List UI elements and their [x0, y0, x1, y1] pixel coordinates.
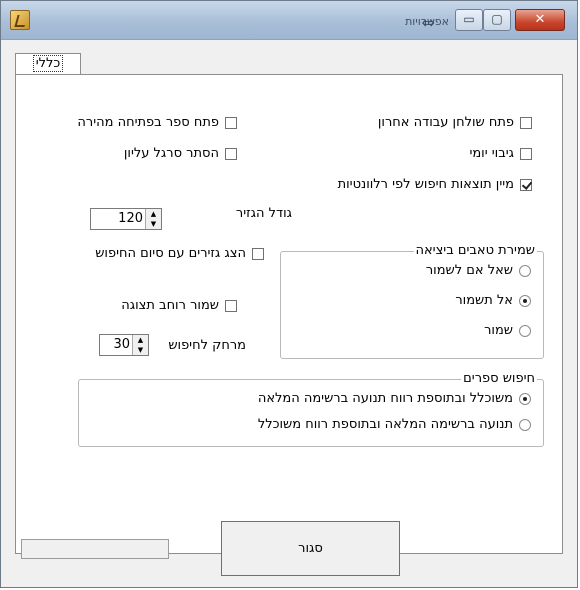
tab-general-label: כללי: [32, 55, 64, 72]
search-distance-value: 30: [113, 337, 130, 352]
save-tabs-group-title: שמירת טאבים ביציאה: [413, 243, 537, 258]
title-bar[interactable]: ⇔ אפשרויות ▭ ▢ ✕: [1, 1, 577, 40]
daily-backup-checkbox[interactable]: [520, 147, 532, 160]
book-search-group-title: חיפוש ספרים: [461, 371, 537, 386]
spin-down-icon[interactable]: ▼: [133, 345, 148, 355]
book-search-radio-1[interactable]: [519, 392, 531, 405]
daily-backup-option[interactable]: גיבוי יומי: [469, 146, 532, 161]
spin-down-icon[interactable]: ▼: [146, 219, 161, 229]
close-icon: ✕: [534, 12, 546, 27]
options-window: ⇔ אפשרויות ▭ ▢ ✕ כללי פתח שולחן עבודה אח…: [0, 0, 578, 588]
close-window-button[interactable]: ✕: [515, 9, 565, 31]
tab-general[interactable]: כללי: [15, 53, 81, 75]
save-tabs-ask-label: שאל אם לשמור: [425, 263, 513, 278]
save-tabs-save-option[interactable]: שמור: [484, 323, 531, 338]
book-search-radio-2[interactable]: [519, 418, 531, 431]
show-clips-checkbox[interactable]: [252, 247, 264, 260]
general-tab-panel: פתח שולחן עבודה אחרון גיבוי יומי מיין תו…: [15, 74, 563, 554]
tab-control: כללי פתח שולחן עבודה אחרון גיבוי יומי מי…: [15, 53, 563, 554]
save-tabs-dont-label: אל תשמור: [455, 293, 513, 308]
hide-top-bar-option[interactable]: הסתר סרגל עליון: [124, 146, 237, 161]
book-search-option-1[interactable]: משוכלל ובתוספת רווח תנועה ברשימה המלאה: [258, 391, 531, 406]
open-quick-book-option[interactable]: פתח ספר בפתיחה מהירה: [77, 115, 237, 130]
save-width-label: שמור רוחב תצוגה: [121, 298, 219, 313]
book-search-label-1: משוכלל ובתוספת רווח תנועה ברשימה המלאה: [257, 391, 513, 406]
show-clips-option[interactable]: הצג גזירים עם סיום החיפוש: [95, 246, 264, 261]
minimize-button[interactable]: ▭: [455, 9, 483, 31]
save-tabs-dont-radio[interactable]: [519, 294, 531, 307]
sort-relevance-checkbox[interactable]: [520, 178, 532, 191]
open-last-desk-option[interactable]: פתח שולחן עבודה אחרון: [378, 115, 532, 130]
save-tabs-group: שמירת טאבים ביציאה שאל אם לשמור אל תשמור…: [280, 243, 544, 359]
open-last-desk-checkbox[interactable]: [520, 116, 532, 129]
sort-relevance-label: מיין תוצאות חיפוש לפי רלוונטיות: [337, 177, 514, 192]
hide-top-bar-checkbox[interactable]: [225, 147, 237, 160]
open-last-desk-label: פתח שולחן עבודה אחרון: [377, 115, 514, 130]
clip-size-spinner[interactable]: 120 ▲ ▼: [90, 208, 162, 230]
clip-size-value: 120: [118, 211, 143, 226]
daily-backup-label: גיבוי יומי: [469, 146, 514, 161]
save-width-checkbox[interactable]: [225, 299, 237, 312]
save-tabs-save-radio[interactable]: [519, 324, 531, 337]
open-quick-book-label: פתח ספר בפתיחה מהירה: [77, 115, 219, 130]
minimize-icon: ▭: [463, 12, 475, 26]
save-tabs-ask-radio[interactable]: [519, 264, 531, 277]
spin-up-icon[interactable]: ▲: [133, 335, 148, 345]
close-button[interactable]: סגור: [221, 521, 400, 576]
search-distance-spinner[interactable]: 30 ▲ ▼: [99, 334, 149, 356]
maximize-button[interactable]: ▢: [483, 9, 511, 31]
search-distance-label: מרחק לחיפוש: [168, 338, 246, 353]
clip-size-label: גודל הגזיר: [235, 206, 292, 221]
save-tabs-save-label: שמור: [484, 323, 513, 338]
save-tabs-ask-option[interactable]: שאל אם לשמור: [426, 263, 531, 278]
book-search-group: חיפוש ספרים משוכלל ובתוספת רווח תנועה בר…: [78, 371, 544, 447]
show-clips-label: הצג גזירים עם סיום החיפוש: [95, 246, 246, 261]
book-search-label-2: תנועה ברשימה המלאה ובתוספת רווח משוכלל: [257, 417, 513, 432]
sort-relevance-option[interactable]: מיין תוצאות חיפוש לפי רלוונטיות: [338, 177, 532, 192]
open-quick-book-checkbox[interactable]: [225, 116, 237, 129]
status-field: [21, 539, 169, 559]
spin-up-icon[interactable]: ▲: [146, 209, 161, 219]
book-search-option-2[interactable]: תנועה ברשימה המלאה ובתוספת רווח משוכלל: [258, 417, 531, 432]
hide-top-bar-label: הסתר סרגל עליון: [123, 146, 219, 161]
window-title: אפשרויות: [405, 15, 449, 28]
app-icon: [10, 10, 30, 30]
maximize-icon: ▢: [491, 12, 503, 26]
save-width-option[interactable]: שמור רוחב תצוגה: [121, 298, 237, 313]
save-tabs-dont-option[interactable]: אל תשמור: [455, 293, 531, 308]
